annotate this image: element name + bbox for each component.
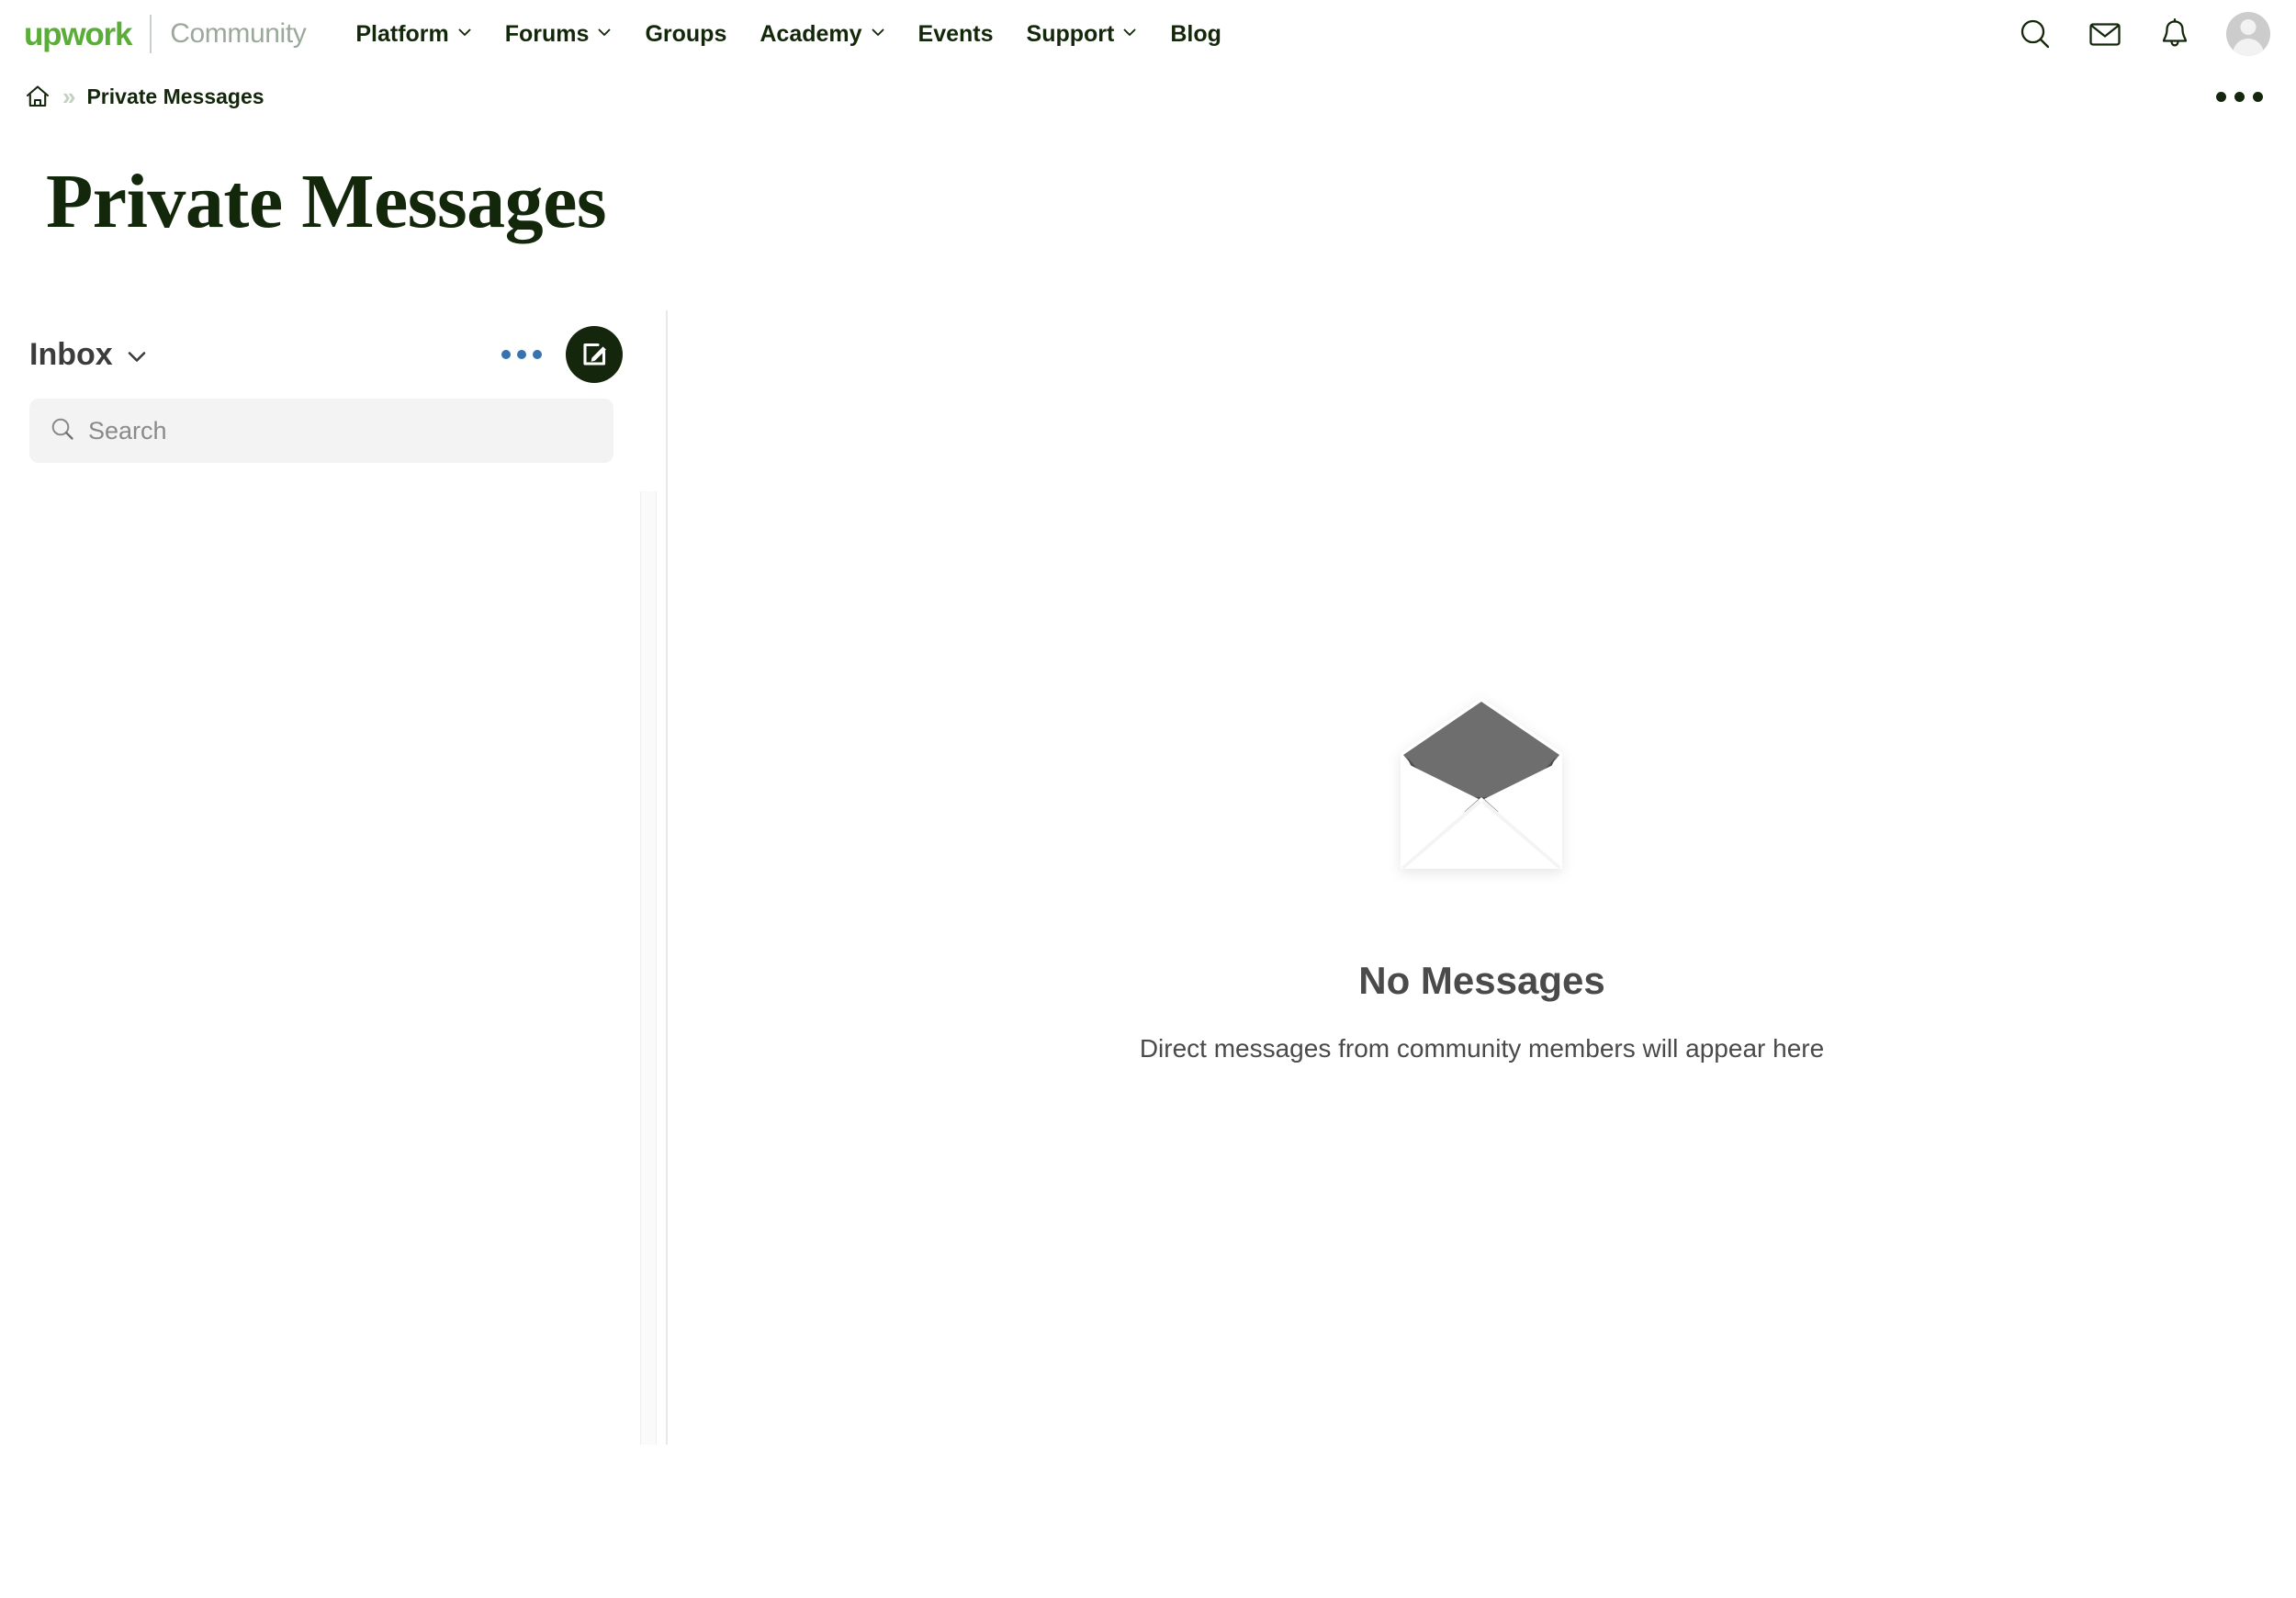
private-messages-layout: Inbox Search No Messages Direct messages… <box>0 310 2296 1446</box>
empty-state-title: No Messages <box>1358 959 1605 1003</box>
empty-state-subtitle: Direct messages from community members w… <box>1139 1034 1825 1063</box>
brand-divider <box>150 15 152 53</box>
nav-item-support[interactable]: Support <box>1010 16 1154 53</box>
nav-item-label: Support <box>1026 20 1115 47</box>
search-input[interactable] <box>88 416 593 445</box>
nav-item-label: Forums <box>504 20 590 47</box>
chevron-down-icon <box>1122 25 1137 39</box>
header-actions <box>2017 12 2270 56</box>
nav-item-forums[interactable]: Forums <box>489 16 629 53</box>
nav-item-label: Blog <box>1170 20 1221 47</box>
more-horizontal-icon[interactable] <box>498 341 546 368</box>
empty-state: No Messages Direct messages from communi… <box>1140 696 1824 1063</box>
folder-selector[interactable]: Inbox <box>29 336 145 373</box>
search-container <box>0 399 643 464</box>
breadcrumb-current[interactable]: Private Messages <box>86 84 264 109</box>
nav-item-blog[interactable]: Blog <box>1154 16 1238 53</box>
compose-button[interactable] <box>566 326 623 384</box>
compose-icon <box>583 343 606 366</box>
nav-item-label: Events <box>917 20 994 47</box>
upwork-logo[interactable]: upwork <box>24 18 132 51</box>
inbox-toolbar: Inbox <box>0 310 643 399</box>
inbox-actions <box>498 326 623 384</box>
breadcrumb: » Private Messages <box>0 68 2296 125</box>
breadcrumb-separator: » <box>62 83 76 110</box>
envelope-icon[interactable] <box>2087 16 2123 52</box>
chevron-down-icon <box>126 345 145 363</box>
chevron-down-icon <box>597 25 612 39</box>
nav-item-label: Platform <box>355 20 449 47</box>
page-title: Private Messages <box>46 159 607 244</box>
folder-label: Inbox <box>29 336 113 372</box>
bell-icon[interactable] <box>2156 16 2193 52</box>
chevron-down-icon <box>871 25 885 39</box>
conversation-sidebar: Inbox <box>0 310 657 1446</box>
nav-item-academy[interactable]: Academy <box>743 16 901 53</box>
message-pane: No Messages Direct messages from communi… <box>668 310 2296 1445</box>
chevron-down-icon <box>457 25 472 39</box>
nav-item-label: Academy <box>760 20 862 47</box>
nav-item-platform[interactable]: Platform <box>339 16 488 53</box>
search-box[interactable] <box>29 399 613 464</box>
home-icon[interactable] <box>24 83 51 110</box>
search-icon <box>50 416 75 446</box>
nav-item-label: Groups <box>645 20 727 47</box>
brand[interactable]: upwork Community <box>24 15 307 53</box>
sidebar-scrollbar[interactable] <box>640 491 657 1446</box>
community-label[interactable]: Community <box>170 20 307 48</box>
site-header: upwork Community Platform Forums Groups … <box>0 0 2296 68</box>
nav-item-groups[interactable]: Groups <box>628 16 743 53</box>
more-horizontal-icon[interactable] <box>2209 84 2270 109</box>
search-icon[interactable] <box>2017 16 2054 52</box>
avatar[interactable] <box>2226 12 2270 56</box>
main-nav: Platform Forums Groups Academy Events Su… <box>339 16 1238 53</box>
nav-item-events[interactable]: Events <box>902 16 1010 53</box>
open-envelope-illustration <box>1401 698 1563 870</box>
